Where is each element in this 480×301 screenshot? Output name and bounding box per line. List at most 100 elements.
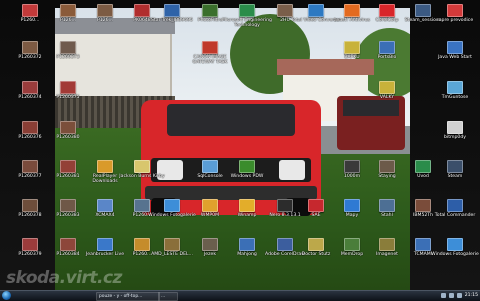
desktop-icon-label: TmGuntose [441,95,469,100]
file-icon [379,41,395,54]
desktop-icon-r0[interactable]: rapre prevodice [430,4,480,23]
file-icon [379,199,395,212]
file-icon [379,238,395,251]
tray-app-icon[interactable] [456,293,462,298]
file-icon [134,160,150,173]
file-icon [202,238,218,251]
file-icon [22,4,38,17]
clock[interactable]: 21:15 [465,293,478,298]
file-icon [344,41,360,54]
desktop-icon-r4[interactable]: Steam [430,160,480,179]
desktop-icon-label: rapre prevodice [436,18,474,23]
desktop-icon-label: VALKY [379,95,395,100]
desktop-icon-c1_2[interactable]: P1260375 [43,81,93,100]
file-icon [447,121,463,134]
car-windshield [167,104,295,136]
taskbar: pouze - y - off-top... ... 21:15 [0,290,480,301]
file-icon [447,4,463,17]
file-icon [379,81,395,94]
file-icon [97,160,113,173]
file-icon [308,199,324,212]
file-icon [239,238,255,251]
jeep-window [343,100,399,116]
tray-network-icon[interactable] [440,293,446,298]
desktop-icon-label: Windows Fotogalerie [431,252,479,257]
file-icon [379,160,395,173]
file-icon [60,41,76,54]
desktop-icon-label: CANON IMAGE GATEWAY TASK [192,55,228,66]
file-icon [344,4,360,17]
desktop-icon-r6[interactable]: Windows Fotogalerie [430,238,480,257]
file-icon [239,4,255,17]
desktop-icon-label: PortsBlo [377,55,397,60]
wallpaper-jeep [337,96,405,150]
file-icon [22,238,38,251]
file-icon [202,199,218,212]
file-icon [97,4,113,17]
file-icon [447,238,463,251]
file-icon [60,81,76,94]
file-icon [344,160,360,173]
desktop-icon-label: P1260380 [56,135,80,140]
file-icon [164,4,180,17]
tray-volume-icon[interactable] [448,293,454,298]
desktop-icon-c1_3[interactable]: P1260380 [43,121,93,140]
file-icon [447,41,463,54]
desktop-icon-label: Windows PDW [230,174,264,179]
file-icon [415,160,431,173]
desktop-icon-c5_1[interactable]: CANON IMAGE GATEWAY TASK [185,41,235,65]
watermark: skoda.virt.cz [6,268,122,288]
file-icon [60,238,76,251]
file-icon [308,238,324,251]
desktop-icon-label: Steam [447,174,463,179]
file-icon [97,199,113,212]
file-icon [60,160,76,173]
desktop-icon-r5[interactable]: Total Commander [430,199,480,218]
desktop-icon-c6_4[interactable]: Windows PDW [222,160,272,179]
system-tray: 21:15 [440,291,478,300]
start-button[interactable] [2,291,11,300]
desktop-icon-c1_1[interactable]: P1260373 [43,41,93,60]
file-icon [239,199,255,212]
file-icon [447,160,463,173]
file-icon [164,199,180,212]
file-icon [239,160,255,173]
desktop-icon-label: bitmp0dy [444,135,466,140]
file-icon [379,4,395,17]
desktop-icon-label: Total Commander [434,213,476,218]
file-icon [344,238,360,251]
file-icon [60,121,76,134]
wallpaper-roof [277,59,374,75]
file-icon [202,4,218,17]
desktop-icon-c10_1[interactable]: PortsBlo [362,41,412,60]
file-icon [60,199,76,212]
desktop-icon-label: Java Web Start [438,55,472,60]
desktop-icon-label: Jackson Burns Kirby [119,174,165,179]
file-icon [22,81,38,94]
desktop-icon-r1[interactable]: Java Web Start [430,41,480,60]
desktop-icon-label: P1260373 [56,55,80,60]
wallpaper-car [141,100,321,216]
car-headlight [279,160,305,180]
file-icon [22,41,38,54]
file-icon [415,238,431,251]
file-icon [97,238,113,251]
desktop-icon-label: P1260375 [56,95,80,100]
desktop-icon-c10_2[interactable]: VALKY [362,81,412,100]
file-icon [415,4,431,17]
file-icon [447,199,463,212]
file-icon [22,160,38,173]
desktop: P1260... P1260372 P1260374 P1260376 P1260377… [0,0,480,290]
desktop-icon-r2[interactable]: TmGuntose [430,81,480,100]
file-icon [22,121,38,134]
file-icon [202,41,218,54]
file-icon [415,199,431,212]
file-icon [60,4,76,17]
desktop-icon-r3[interactable]: bitmp0dy [430,121,480,140]
file-icon [22,199,38,212]
file-icon [308,4,324,17]
file-icon [164,238,180,251]
file-icon [202,160,218,173]
desktop-icon-c3_4[interactable]: Jackson Burns Kirby [117,160,167,179]
file-icon [344,199,360,212]
